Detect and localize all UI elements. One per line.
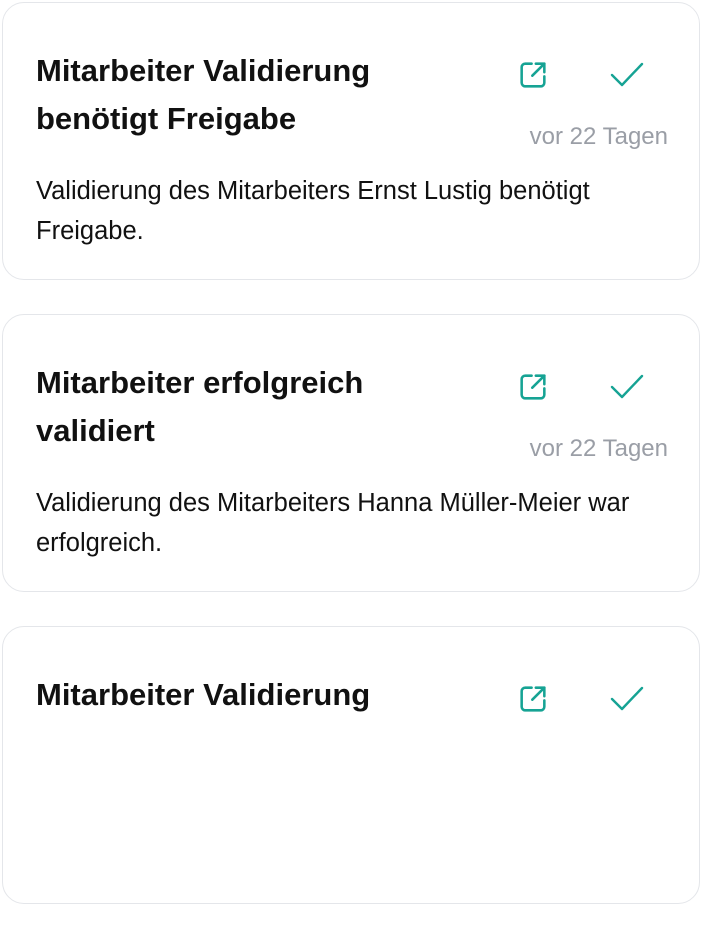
notification-message: Validierung des Mitarbeiters Ernst Lusti… — [36, 177, 590, 245]
external-link-icon — [520, 686, 546, 712]
checkmark-icon — [610, 62, 644, 87]
notification-message: Validierung des Mitarbeiters Hanna Mülle… — [36, 489, 630, 557]
open-notification-button[interactable] — [513, 367, 553, 407]
notification-title: Mitarbeiter Validierung — [36, 677, 371, 712]
notification-list: Mitarbeiter Validierung benötigt Freigab… — [2, 2, 700, 938]
notification-title: Mitarbeiter erfolgreich validiert — [36, 365, 364, 448]
notification-actions — [513, 367, 647, 407]
notification-actions — [513, 679, 647, 719]
notification-timestamp: vor 22 Tagen — [529, 123, 668, 150]
checkmark-icon — [610, 686, 644, 711]
open-notification-button[interactable] — [513, 679, 553, 719]
notification-timestamp: vor 22 Tagen — [529, 435, 668, 462]
notification-card: Mitarbeiter Validierung benötigt Freigab… — [2, 2, 700, 280]
notification-card: Mitarbeiter Validierung — [2, 626, 700, 904]
external-link-icon — [520, 62, 546, 88]
open-notification-button[interactable] — [513, 55, 553, 95]
external-link-icon — [520, 374, 546, 400]
mark-read-button[interactable] — [607, 367, 647, 407]
notification-title: Mitarbeiter Validierung benötigt Freigab… — [36, 53, 371, 136]
mark-read-button[interactable] — [607, 55, 647, 95]
checkmark-icon — [610, 374, 644, 399]
notification-card: Mitarbeiter erfolgreich validiert vor 22… — [2, 314, 700, 592]
notification-actions — [513, 55, 647, 95]
mark-read-button[interactable] — [607, 679, 647, 719]
